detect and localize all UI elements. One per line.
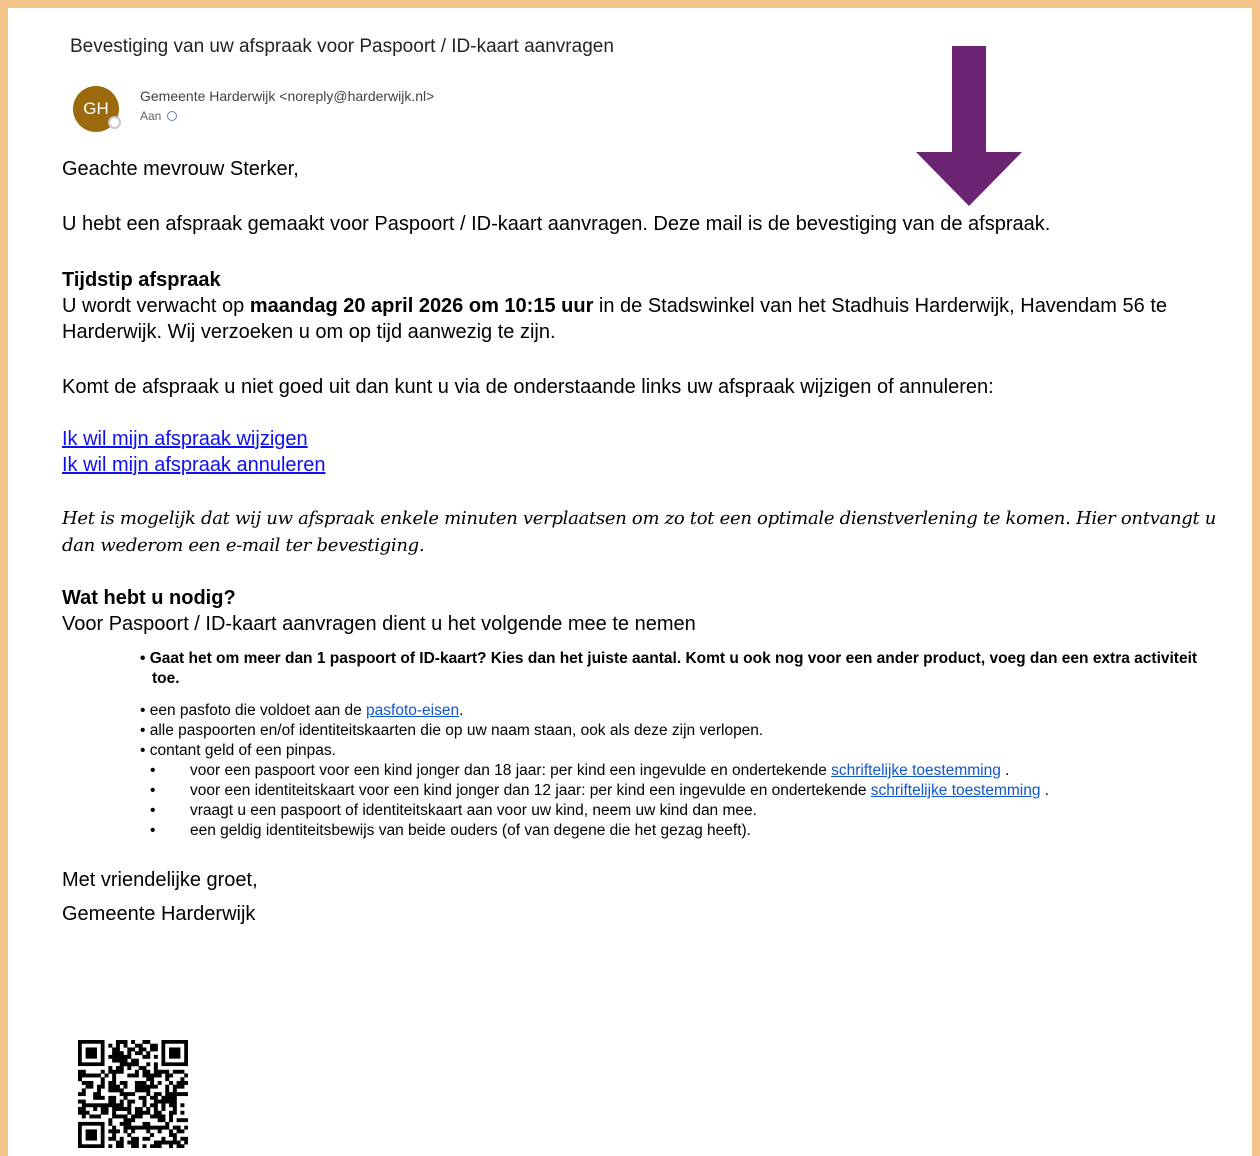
email-subject: Bevestiging van uw afspraak voor Paspoor… bbox=[70, 36, 614, 57]
list-item: • een pasfoto die voldoet aan de pasfoto… bbox=[140, 702, 464, 719]
list-item-text: . bbox=[459, 702, 464, 719]
appointment-date: maandag 20 april 2026 om 10:15 uur bbox=[249, 295, 594, 317]
list-item: • voor een identiteitskaart voor een kind… bbox=[150, 782, 1050, 799]
change-appointment-link[interactable]: Ik wil mijn afspraak wijzigen bbox=[62, 426, 1222, 452]
list-item: • contant geld of een pinpas. bbox=[140, 742, 336, 759]
to-label: Aan bbox=[140, 109, 162, 123]
requirements-list: • Gaat het om meer dan 1 paspoort of ID-… bbox=[62, 649, 1222, 761]
sender-name[interactable]: Gemeente Harderwijk <noreply@harderwijk.… bbox=[140, 88, 434, 104]
presence-status-icon bbox=[108, 116, 121, 129]
passport-photo-link[interactable]: pasfoto-eisen bbox=[366, 702, 459, 719]
recipient-line: Aan bbox=[140, 109, 178, 123]
list-item-text: voor een identiteitskaart voor een kind … bbox=[190, 782, 871, 799]
signature: Gemeente Harderwijk bbox=[62, 903, 256, 925]
child-requirements-list: • voor een paspoort voor een kind jonger … bbox=[62, 761, 1222, 841]
list-item: • vraagt u een paspoort of identiteitskaa… bbox=[150, 802, 757, 819]
appointment-time-text: U wordt verwacht op maandag 20 april 202… bbox=[62, 293, 1222, 345]
list-item-text: een pasfoto die voldoet aan de bbox=[149, 702, 367, 719]
change-instructions: Komt de afspraak u niet goed uit dan kun… bbox=[62, 376, 994, 398]
reschedule-note: Het is mogelijk dat wij uw afspraak enke… bbox=[62, 508, 1217, 556]
list-item: • een geldig identiteitsbewijs van beide … bbox=[150, 822, 751, 839]
qr-code-icon bbox=[78, 1040, 188, 1148]
email-reading-pane: Bevestiging van uw afspraak voor Paspoor… bbox=[8, 8, 1252, 1156]
list-item-text: Gaat het om meer dan 1 paspoort of ID-ka… bbox=[149, 650, 1198, 687]
time-prefix: U wordt verwacht op bbox=[62, 295, 250, 317]
list-item: • Gaat het om meer dan 1 paspoort of ID-… bbox=[140, 650, 1198, 687]
list-item-text: . bbox=[1040, 782, 1050, 799]
list-item-text: contant geld of een pinpas. bbox=[149, 742, 336, 759]
recipient-presence-icon bbox=[167, 111, 178, 121]
email-body: Geachte mevrouw Sterker, U hebt een afsp… bbox=[62, 156, 1222, 927]
list-item-text: voor een paspoort voor een kind jonger d… bbox=[190, 762, 832, 779]
avatar-initials: GH bbox=[83, 99, 109, 118]
consent-link-idcard[interactable]: schriftelijke toestemming bbox=[871, 782, 1041, 799]
list-item-text: een geldig identiteitsbewijs van beide o… bbox=[190, 822, 751, 839]
consent-link-passport[interactable]: schriftelijke toestemming bbox=[831, 762, 1001, 779]
list-item: • voor een paspoort voor een kind jonger … bbox=[150, 762, 1010, 779]
list-item-text: alle paspoorten en/of identiteitskaarten… bbox=[149, 722, 764, 739]
list-item-text: vraagt u een paspoort of identiteitskaar… bbox=[190, 802, 757, 819]
requirements-heading: Wat hebt u nodig? bbox=[62, 587, 236, 609]
list-item: • alle paspoorten en/of identiteitskaart… bbox=[140, 722, 764, 739]
time-heading: Tijdstip afspraak bbox=[62, 269, 221, 291]
cancel-appointment-link[interactable]: Ik wil mijn afspraak annuleren bbox=[62, 452, 1222, 478]
greeting: Geachte mevrouw Sterker, bbox=[62, 158, 299, 180]
appointment-links: Ik wil mijn afspraak wijzigen Ik wil mij… bbox=[62, 426, 1222, 478]
requirements-intro: Voor Paspoort / ID-kaart aanvragen dient… bbox=[62, 613, 696, 635]
intro-text: U hebt een afspraak gemaakt voor Paspoor… bbox=[62, 213, 1051, 235]
list-item-text: . bbox=[1000, 762, 1010, 779]
closing: Met vriendelijke groet, bbox=[62, 869, 258, 891]
